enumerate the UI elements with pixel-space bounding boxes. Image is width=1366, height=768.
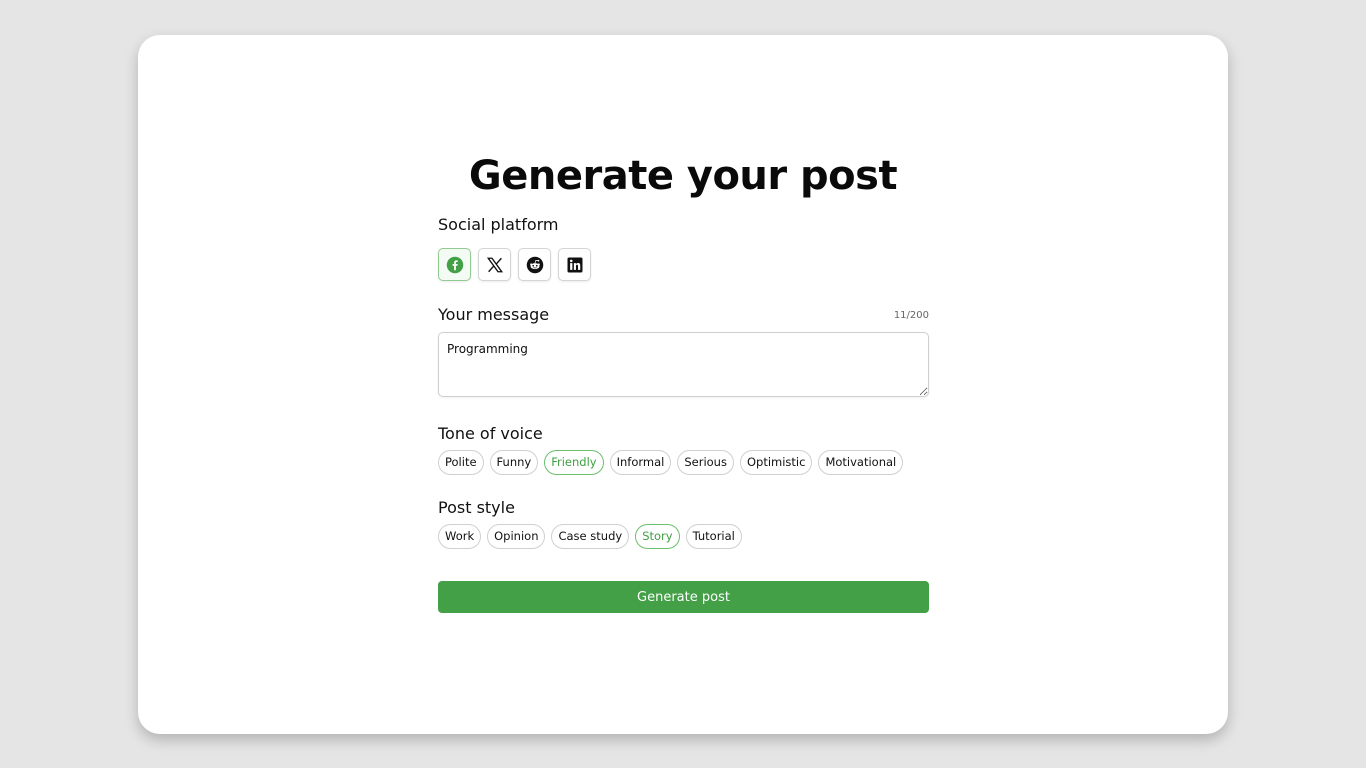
post-style-options: Work Opinion Case study Story Tutorial — [438, 524, 929, 549]
tone-chip-optimistic[interactable]: Optimistic — [739, 450, 813, 475]
style-chip-work[interactable]: Work — [438, 524, 482, 549]
tone-options: Polite Funny Friendly Informal Serious O… — [438, 450, 929, 475]
platform-x-button[interactable] — [478, 248, 511, 281]
post-style-label: Post style — [438, 498, 515, 517]
style-chip-opinion[interactable]: Opinion — [487, 524, 546, 549]
tone-chip-informal[interactable]: Informal — [609, 450, 672, 475]
tone-label: Tone of voice — [438, 424, 543, 443]
style-chip-story[interactable]: Story — [635, 524, 680, 549]
x-icon — [486, 256, 504, 274]
style-chip-case-study[interactable]: Case study — [551, 524, 630, 549]
tone-chip-funny[interactable]: Funny — [489, 450, 539, 475]
tone-chip-serious[interactable]: Serious — [677, 450, 734, 475]
linkedin-icon — [566, 256, 584, 274]
platform-facebook-button[interactable] — [438, 248, 471, 281]
facebook-icon — [446, 256, 464, 274]
message-header: Your message 11/200 — [438, 304, 929, 326]
tone-chip-friendly[interactable]: Friendly — [544, 450, 604, 475]
character-counter: 11/200 — [893, 310, 929, 321]
post-form: Social platform Your message 11/200 Tone — [438, 214, 929, 613]
reddit-icon — [526, 256, 544, 274]
platform-reddit-button[interactable] — [518, 248, 551, 281]
page-title: Generate your post — [468, 153, 898, 199]
message-textarea[interactable] — [438, 332, 929, 397]
social-platform-label: Social platform — [438, 215, 559, 234]
message-label: Your message — [438, 305, 550, 324]
style-chip-tutorial[interactable]: Tutorial — [685, 524, 742, 549]
generate-post-button[interactable]: Generate post — [438, 581, 929, 613]
tone-chip-polite[interactable]: Polite — [438, 450, 484, 475]
tone-chip-motivational[interactable]: Motivational — [818, 450, 904, 475]
platform-selector — [438, 248, 929, 281]
platform-linkedin-button[interactable] — [558, 248, 591, 281]
